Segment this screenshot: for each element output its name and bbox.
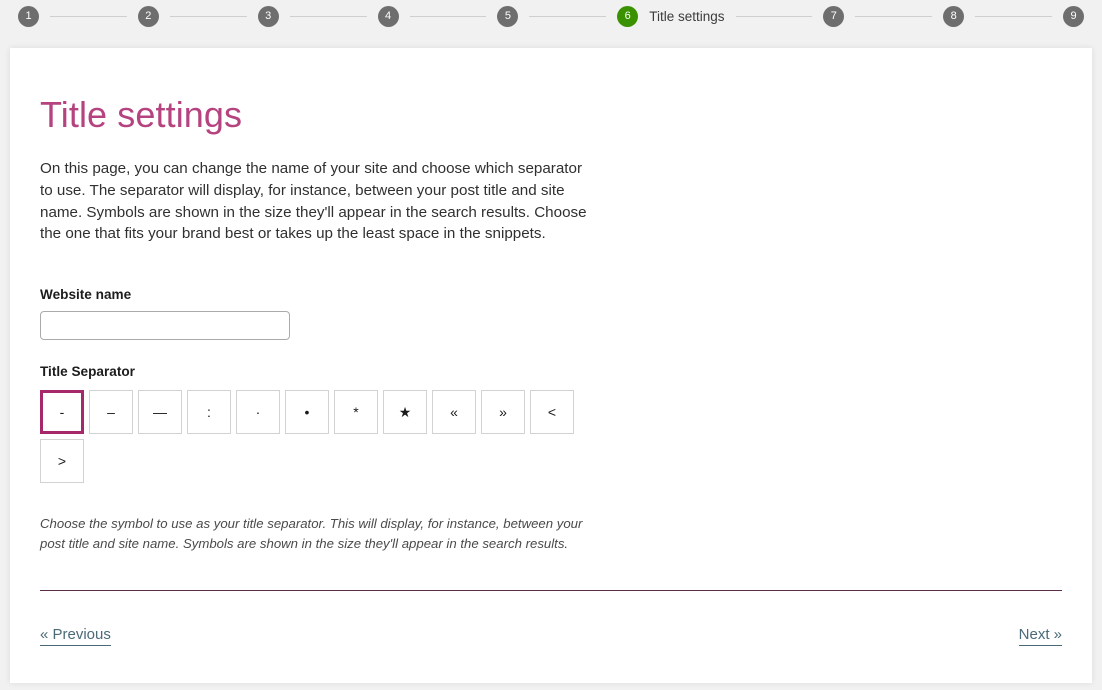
separator-option-double-left-angle[interactable]: « (432, 390, 476, 434)
step-connector (169, 16, 247, 17)
wizard-card: Title settings On this page, you can cha… (10, 48, 1092, 683)
step-7[interactable]: 7 (823, 6, 845, 27)
step-circle-2: 2 (137, 6, 159, 27)
separator-option-middle-dot[interactable]: · (236, 390, 280, 434)
step-circle-3: 3 (257, 6, 279, 27)
separator-option-double-right-angle[interactable]: » (481, 390, 525, 434)
separator-option-em-dash[interactable]: — (138, 390, 182, 434)
step-connector (735, 16, 813, 17)
step-5[interactable]: 5 (497, 6, 519, 27)
step-4[interactable]: 4 (377, 6, 399, 27)
title-separator-label: Title Separator (40, 364, 135, 379)
title-separator-help-text: Choose the symbol to use as your title s… (40, 516, 583, 551)
step-progress-bar: 1 2 3 4 5 6 Title settings 7 8 9 (0, 0, 1102, 33)
separator-option-star[interactable]: ★ (383, 390, 427, 434)
step-connector (50, 16, 127, 17)
step-connector (289, 16, 367, 17)
intro-paragraph: On this page, you can change the name of… (40, 160, 587, 243)
section-divider (40, 590, 1062, 591)
step-2[interactable]: 2 (137, 6, 159, 27)
step-connector (409, 16, 487, 17)
step-9[interactable]: 9 (1063, 6, 1085, 27)
separator-option-bullet[interactable]: • (285, 390, 329, 434)
step-connector (855, 16, 933, 17)
step-connector (975, 16, 1053, 17)
website-name-label: Website name (40, 287, 132, 302)
separator-option-colon[interactable]: : (187, 390, 231, 434)
separator-option-greater-than[interactable]: > (40, 439, 84, 483)
step-circle-9: 9 (1063, 6, 1085, 27)
step-circle-1: 1 (18, 6, 39, 27)
step-connector (529, 16, 607, 17)
step-circle-7: 7 (823, 6, 845, 27)
step-6[interactable]: 6 Title settings (617, 6, 725, 27)
step-circle-6: 6 (617, 6, 639, 27)
separator-option-asterisk[interactable]: * (334, 390, 378, 434)
step-circle-8: 8 (943, 6, 965, 27)
page-title: Title settings (40, 94, 243, 135)
website-name-input[interactable] (40, 311, 290, 340)
step-1[interactable]: 1 (18, 6, 39, 27)
separator-option-hyphen[interactable]: - (40, 390, 84, 434)
step-3[interactable]: 3 (257, 6, 279, 27)
previous-link[interactable]: « Previous (40, 626, 111, 646)
separator-option-less-than[interactable]: < (530, 390, 574, 434)
separator-option-en-dash[interactable]: – (89, 390, 133, 434)
title-separator-options: - – —: · • * ★ «» < > (40, 390, 590, 483)
step-8[interactable]: 8 (943, 6, 965, 27)
step-circle-5: 5 (497, 6, 519, 27)
step-circle-4: 4 (377, 6, 399, 27)
step-label-6: Title settings (649, 9, 725, 24)
next-link[interactable]: Next » (1018, 626, 1062, 646)
